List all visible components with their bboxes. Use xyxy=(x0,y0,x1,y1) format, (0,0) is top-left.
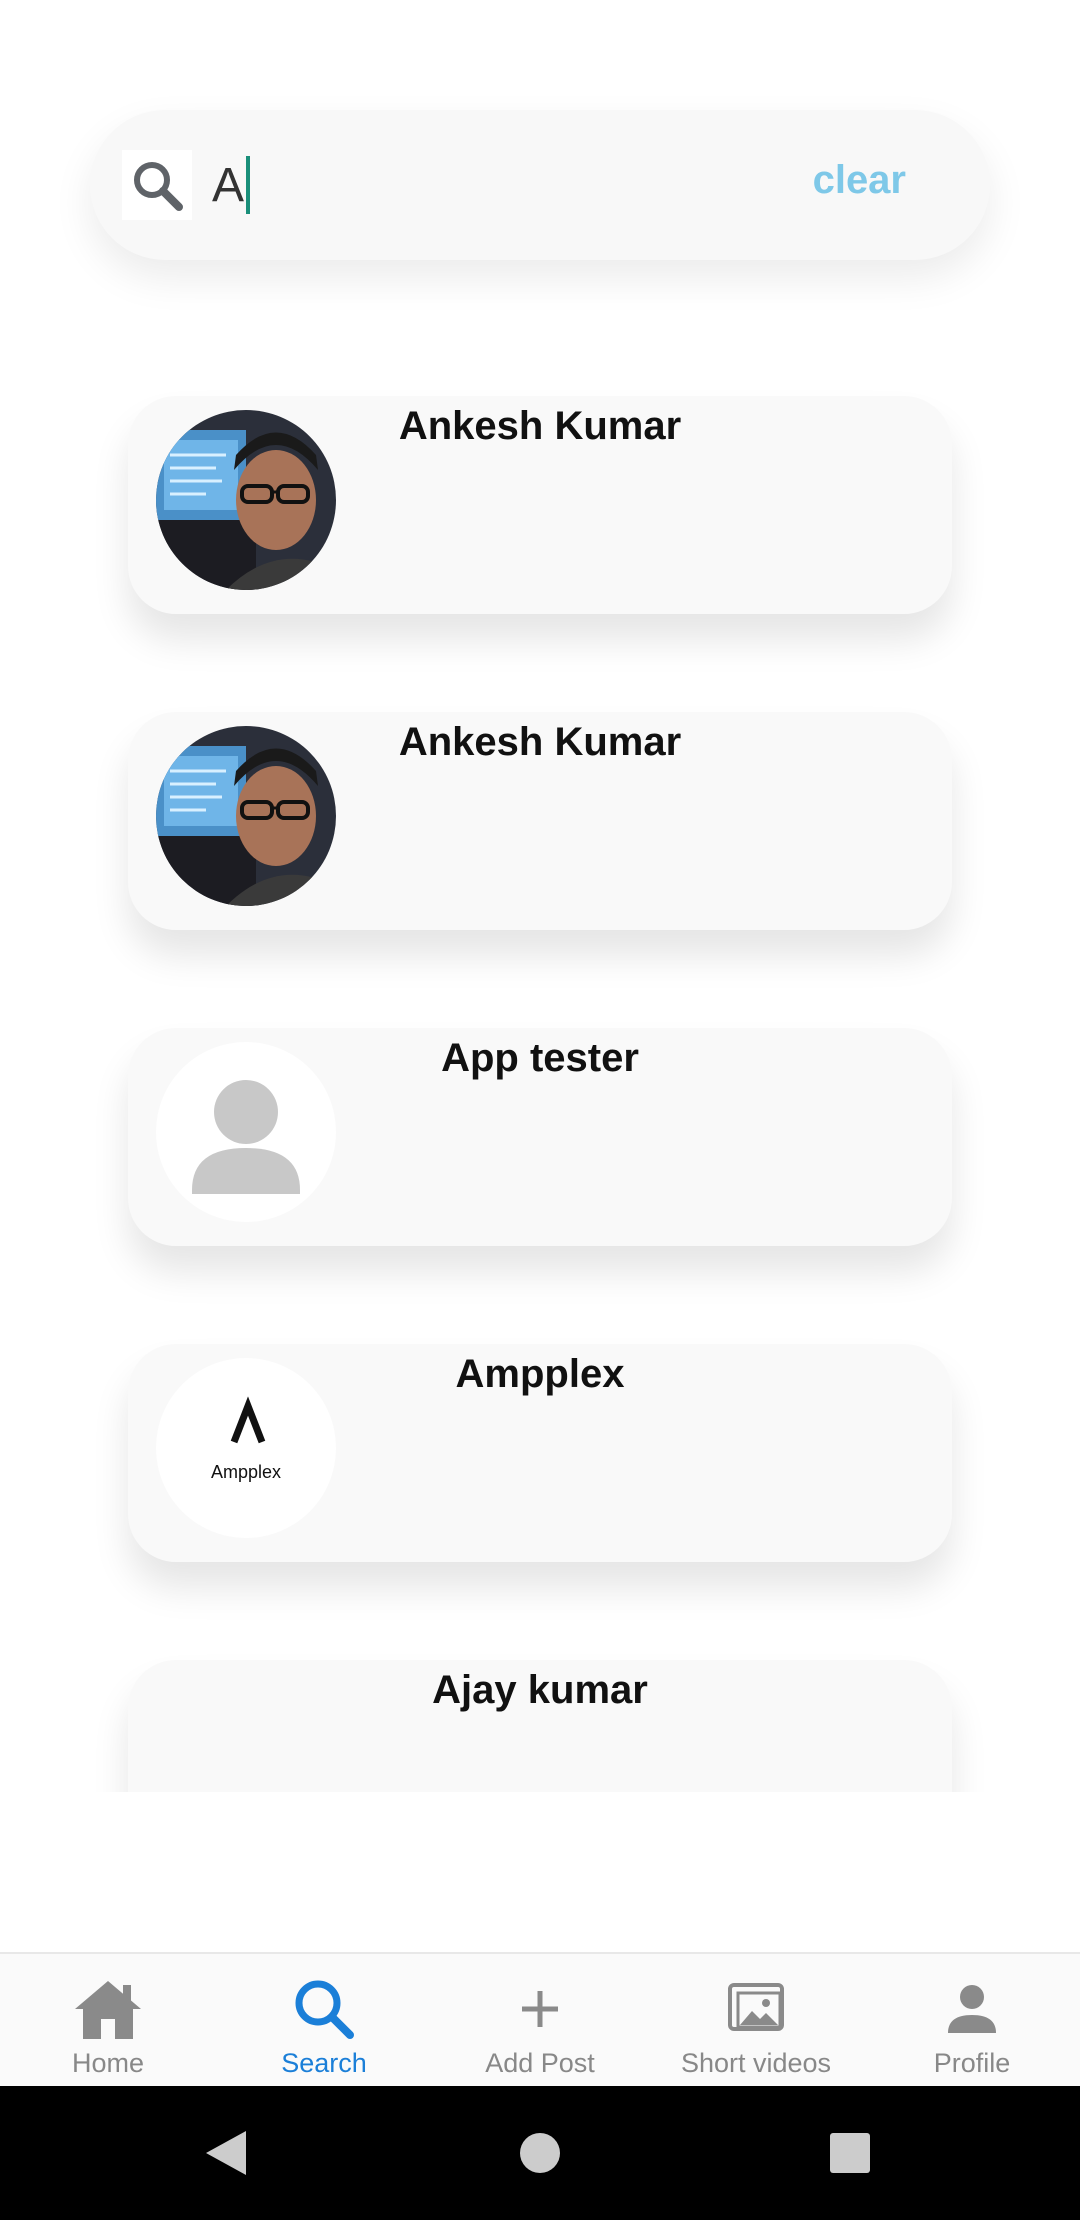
nav-short-videos[interactable]: Short videos xyxy=(648,1954,864,2088)
user-name: Ankesh Kumar xyxy=(398,720,682,764)
results-list: Ankesh Kumar Ankesh Kumar App tester Amp… xyxy=(0,0,1080,1792)
result-card[interactable]: Ajay kumar xyxy=(128,1660,952,1792)
nav-profile[interactable]: Profile xyxy=(864,1954,1080,2088)
search-icon xyxy=(289,1974,359,2044)
system-navigation-bar xyxy=(0,2086,1080,2220)
nav-search[interactable]: Search xyxy=(216,1954,432,2088)
recents-button[interactable] xyxy=(790,2086,910,2220)
nav-label: Profile xyxy=(933,2048,1011,2078)
nav-add-post[interactable]: Add Post xyxy=(432,1954,648,2088)
user-name: Ankesh Kumar xyxy=(398,404,682,448)
bottom-navigation: Home Search Add Post Short videos Profil… xyxy=(0,1952,1080,2088)
user-name: App tester xyxy=(441,1036,639,1080)
back-button[interactable] xyxy=(166,2086,286,2220)
result-card[interactable]: Ankesh Kumar xyxy=(128,396,952,614)
nav-home[interactable]: Home xyxy=(0,1954,216,2088)
result-card[interactable]: Ankesh Kumar xyxy=(128,712,952,930)
user-name: Ampplex xyxy=(455,1352,625,1396)
plus-icon xyxy=(505,1974,575,2044)
nav-label: Home xyxy=(71,2048,145,2078)
image-icon xyxy=(721,1974,791,2044)
result-card[interactable]: Ampplex Ampplex xyxy=(128,1344,952,1562)
back-triangle-icon xyxy=(206,2131,246,2175)
nav-label: Short videos xyxy=(680,2048,832,2078)
home-circle-icon xyxy=(520,2133,560,2173)
home-button[interactable] xyxy=(480,2086,600,2220)
user-name: Ajay kumar xyxy=(432,1668,648,1712)
nav-label: Search xyxy=(281,2048,367,2078)
home-icon xyxy=(73,1974,143,2044)
logo-text: Ampplex xyxy=(210,1462,282,1482)
recents-square-icon xyxy=(830,2133,870,2173)
nav-label: Add Post xyxy=(485,2048,595,2078)
person-icon xyxy=(937,1974,1007,2044)
result-card[interactable]: App tester xyxy=(128,1028,952,1246)
